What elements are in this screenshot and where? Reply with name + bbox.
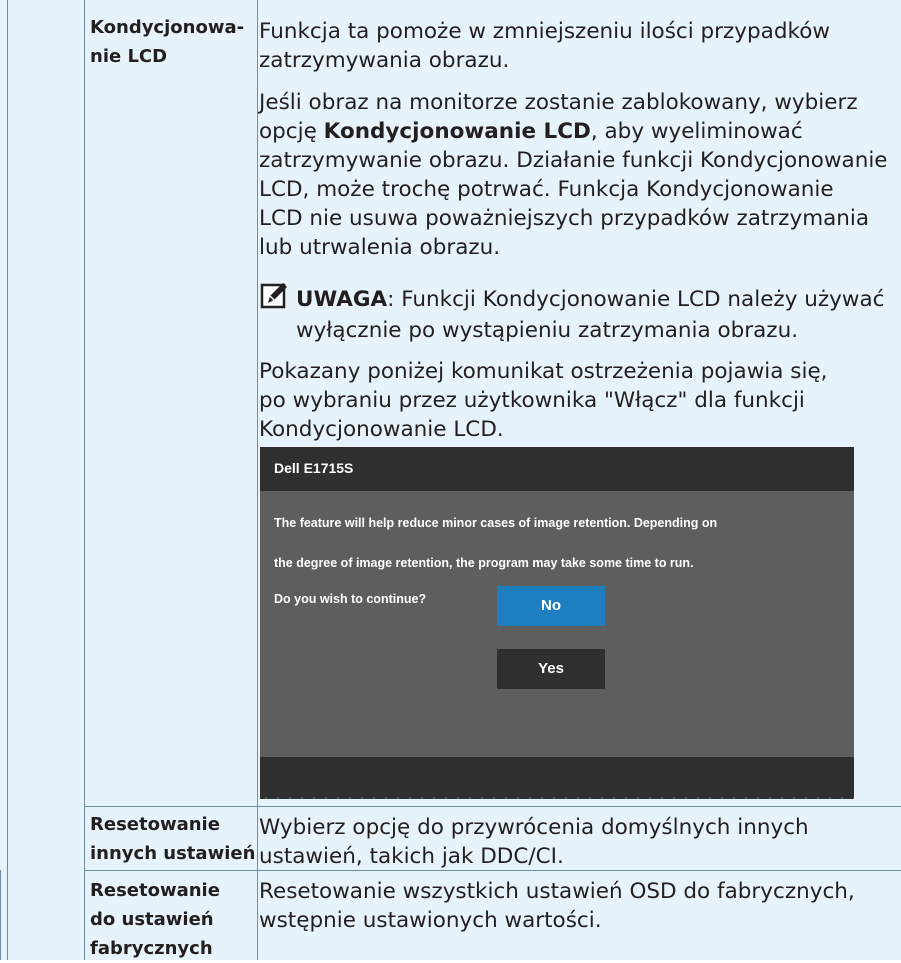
desc-line: ustawień, takich jak DDC/CI.: [259, 844, 564, 869]
desc-line-mixed: opcję Kondycjonowanie LCD, aby wyelimino…: [259, 117, 899, 146]
row-desc-lcd-conditioning: Funkcja ta pomoże w zmniejszeniu ilości …: [259, 17, 899, 75]
desc-line: Jeśli obraz na monitorze zostanie zablok…: [259, 90, 858, 115]
desc-line: Funkcja ta pomoże w zmniejszeniu ilości …: [259, 19, 830, 44]
table-divider-1: [84, 0, 85, 960]
no-button[interactable]: No: [497, 586, 605, 626]
osd-warning-dialog: Dell E1715S The feature will help reduce…: [260, 447, 854, 799]
desc-line: Resetowanie wszystkich ustawień OSD do f…: [259, 879, 855, 904]
label-line: Kondycjonowa-: [90, 17, 245, 38]
row-desc-reset-other: Wybierz opcję do przywrócenia domyślnych…: [259, 813, 899, 871]
table-border-left-lower: [0, 870, 1, 960]
pencil-note-icon: [260, 283, 287, 309]
row-separator-1: [84, 806, 901, 807]
row-desc-paragraph-2: Jeśli obraz na monitorze zostanie zablok…: [259, 88, 899, 262]
settings-table: Kondycjonowa- nie LCD Funkcja ta pomoże …: [0, 0, 901, 960]
label-line: nie LCD: [90, 46, 168, 67]
desc-line: Wybierz opcję do przywrócenia domyślnych…: [259, 815, 809, 840]
desc-line: wstępnie ustawionych wartości.: [259, 908, 602, 933]
row-desc-paragraph-3: Pokazany poniżej komunikat ostrzeżenia p…: [259, 357, 899, 444]
row-label-factory-reset: Resetowanie do ustawień fabrycznych: [90, 876, 220, 963]
row-desc-factory-reset: Resetowanie wszystkich ustawień OSD do f…: [259, 877, 899, 935]
row-label-reset-other: Resetowanie innych ustawień: [90, 810, 255, 868]
label-line: do ustawień: [90, 909, 214, 930]
dialog-message-line: The feature will help reduce minor cases…: [274, 516, 718, 530]
dialog-title: Dell E1715S: [274, 460, 354, 476]
desc-line: zatrzymywanie obrazu. Działanie funkcji …: [259, 148, 888, 173]
desc-line: lub utrwalenia obrazu.: [259, 235, 501, 260]
label-line: fabrycznych: [90, 938, 213, 959]
label-line: innych ustawień: [90, 843, 256, 864]
desc-line: LCD nie usuwa poważniejszych przypadków …: [259, 206, 870, 231]
desc-text: opcję: [259, 119, 324, 144]
desc-line: Kondycjonowanie LCD.: [259, 417, 504, 442]
table-divider-2: [257, 0, 258, 960]
dialog-footer-bar: [260, 757, 854, 799]
label-line: Resetowanie: [90, 880, 220, 901]
dialog-message-line: the degree of image retention, the progr…: [274, 556, 694, 570]
desc-line: LCD, może trochę potrwać. Funkcja Kondyc…: [259, 177, 834, 202]
note-line: UWAGA: Funkcji Kondycjonowanie LCD należ…: [296, 283, 896, 316]
dotted-border: [260, 797, 854, 799]
yes-button[interactable]: Yes: [497, 649, 605, 689]
table-border-left: [7, 0, 8, 960]
dialog-title-bar: Dell E1715S: [260, 447, 854, 491]
desc-line: Pokazany poniżej komunikat ostrzeżenia p…: [259, 359, 828, 384]
row-label-lcd-conditioning: Kondycjonowa- nie LCD: [90, 13, 244, 71]
desc-line: po wybraniu przez użytkownika "Włącz" dl…: [259, 388, 805, 413]
note-text: : Funkcji Kondycjonowanie LCD należy uży…: [387, 287, 885, 312]
desc-bold-term: Kondycjonowanie LCD: [323, 119, 591, 144]
desc-text: , aby wyeliminować: [590, 119, 803, 144]
dialog-message-line: Do you wish to continue?: [274, 592, 427, 606]
note-continuation: wyłącznie po wystąpieniu zatrzymania obr…: [296, 318, 799, 343]
label-line: Resetowanie: [90, 814, 220, 835]
note-label: UWAGA: [296, 287, 388, 312]
desc-line: zatrzymywania obrazu.: [259, 48, 510, 73]
